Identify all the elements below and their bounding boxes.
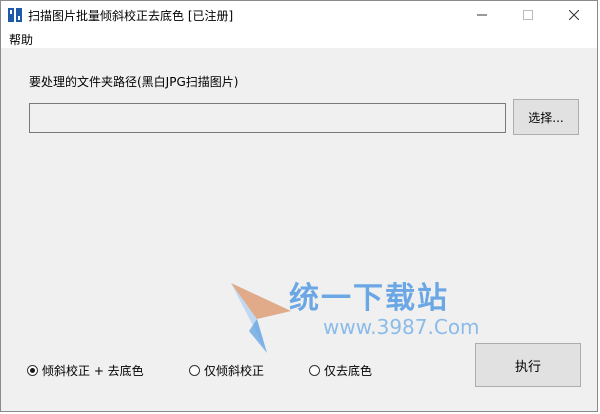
app-window: 扫描图片批量倾斜校正去底色 [已注册] 帮助 要处理的文件夹路径(黑白JPG扫描…: [0, 0, 598, 412]
path-label: 要处理的文件夹路径(黑白JPG扫描图片): [29, 75, 239, 89]
minimize-button[interactable]: [459, 1, 505, 29]
option-label: 倾斜校正 + 去底色: [42, 363, 144, 378]
menu-help[interactable]: 帮助: [9, 31, 33, 48]
close-button[interactable]: [551, 1, 597, 29]
option-deskew-only[interactable]: 仅倾斜校正: [189, 361, 264, 379]
radio-button[interactable]: [309, 364, 320, 376]
option-label: 仅去底色: [324, 363, 373, 378]
menu-bar: 帮助: [1, 29, 597, 48]
minimize-icon: [477, 14, 487, 16]
option-deskew-and-remove-bg[interactable]: 倾斜校正 + 去底色: [27, 361, 144, 379]
maximize-icon: [523, 10, 533, 20]
app-icon: [8, 8, 22, 22]
watermark-title: 统一下载站: [289, 281, 449, 316]
watermark-logo: 统一下载站 www.3987.Com: [227, 271, 480, 357]
radio-button-checked[interactable]: [27, 364, 38, 376]
maximize-button[interactable]: [505, 1, 551, 29]
run-button[interactable]: 执行: [475, 343, 581, 387]
folder-path-input[interactable]: [29, 103, 506, 133]
option-remove-bg-only[interactable]: 仅去底色: [309, 361, 372, 379]
radio-button[interactable]: [189, 364, 200, 376]
select-folder-button[interactable]: 选择...: [513, 99, 579, 135]
option-label: 仅倾斜校正: [204, 363, 265, 378]
title-bar[interactable]: 扫描图片批量倾斜校正去底色 [已注册]: [1, 1, 597, 29]
window-title: 扫描图片批量倾斜校正去底色 [已注册]: [28, 9, 234, 23]
watermark-url: www.3987.Com: [323, 315, 480, 339]
close-icon: [569, 10, 579, 20]
